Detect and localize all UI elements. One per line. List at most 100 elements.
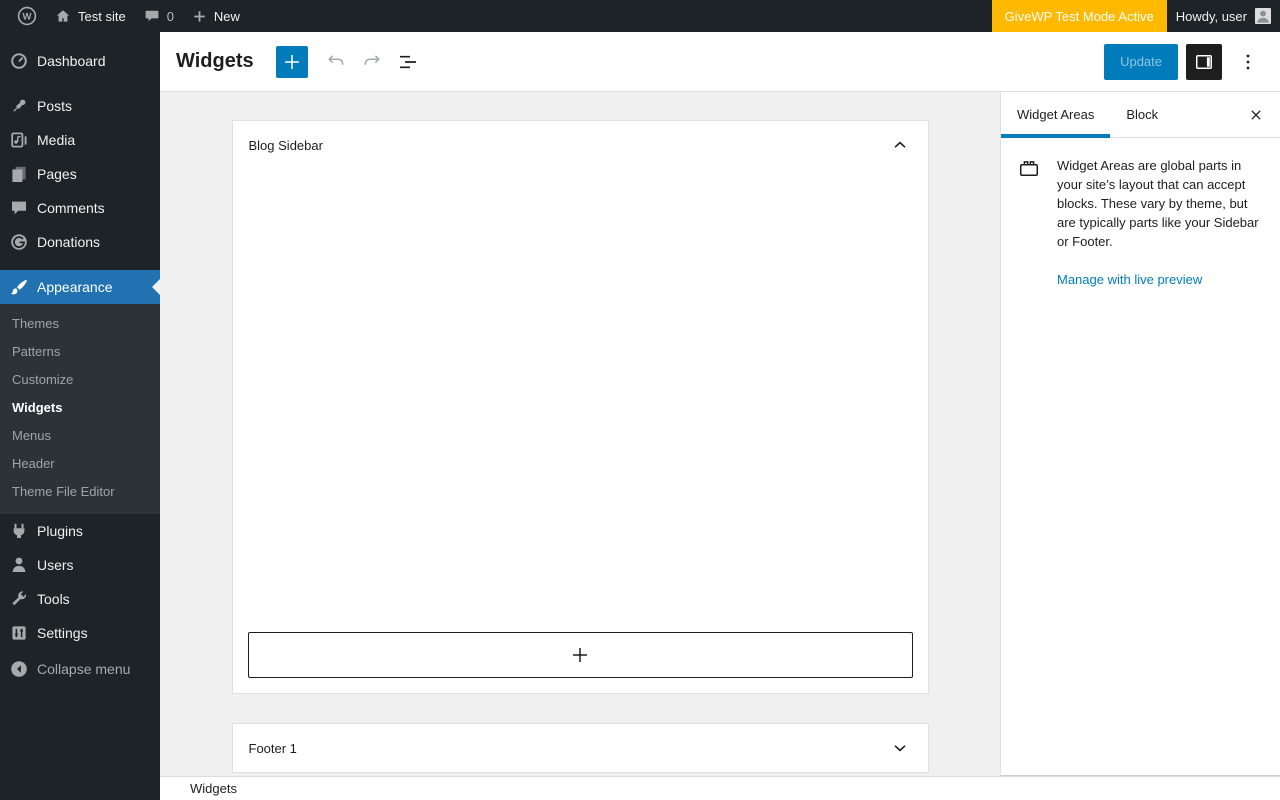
sidebar-item-label: Tools: [37, 591, 70, 607]
howdy-label: Howdy, user: [1176, 9, 1247, 24]
user-icon: [0, 555, 37, 575]
settings-sliders-icon: [0, 623, 37, 643]
menu-separator: [0, 78, 160, 89]
plus-icon: [192, 9, 207, 24]
editor-header-right: Update: [1104, 44, 1280, 80]
tab-widget-areas[interactable]: Widget Areas: [1001, 92, 1110, 137]
list-view-icon: [396, 50, 420, 74]
tab-block[interactable]: Block: [1110, 92, 1174, 137]
plugin-icon: [0, 521, 37, 541]
home-icon: [55, 8, 71, 24]
sidebar-item-label: Appearance: [37, 279, 113, 295]
sidebar-item-plugins[interactable]: Plugins: [0, 514, 160, 548]
submenu-item-header[interactable]: Header: [0, 450, 160, 478]
site-name-menu[interactable]: Test site: [46, 0, 135, 32]
plus-icon: [568, 643, 592, 667]
submenu-item-theme-file-editor[interactable]: Theme File Editor: [0, 478, 160, 506]
avatar: [1255, 8, 1271, 24]
wordpress-logo-icon: W: [17, 6, 37, 26]
pushpin-icon: [0, 96, 37, 116]
undo-icon: [324, 50, 348, 74]
sidebar-item-settings[interactable]: Settings: [0, 616, 160, 650]
close-icon: [1246, 105, 1266, 125]
collapse-arrow-icon: [0, 659, 37, 679]
sidebar-item-label: Dashboard: [37, 53, 106, 69]
block-inserter-button[interactable]: [276, 46, 308, 78]
sidebar-item-label: Comments: [37, 200, 105, 216]
appearance-submenu: Themes Patterns Customize Widgets Menus …: [0, 304, 160, 514]
test-mode-label: GiveWP Test Mode Active: [1005, 9, 1154, 24]
chevron-up-icon: [888, 133, 912, 157]
update-button[interactable]: Update: [1104, 44, 1178, 80]
widget-area-title: Footer 1: [249, 741, 297, 756]
submenu-item-menus[interactable]: Menus: [0, 422, 160, 450]
comments-icon: [0, 198, 37, 218]
admin-sidebar-menu: Dashboard Posts Media Pages Comments Don…: [0, 32, 160, 800]
list-view-button[interactable]: [390, 44, 426, 80]
undo-button[interactable]: [318, 44, 354, 80]
ellipsis-icon: [1236, 50, 1260, 74]
sidebar-item-label: Pages: [37, 166, 77, 182]
widget-area-header-footer-1[interactable]: Footer 1: [233, 724, 928, 772]
pages-icon: [0, 164, 37, 184]
widget-area-panel-footer-1: Footer 1: [232, 723, 929, 773]
sidebar-item-collapse-menu[interactable]: Collapse menu: [0, 652, 160, 686]
widget-area-header-blog-sidebar[interactable]: Blog Sidebar: [233, 121, 928, 169]
menu-separator: [0, 259, 160, 270]
sidebar-item-label: Donations: [37, 234, 100, 250]
editor-header: Widgets Update: [160, 32, 1280, 92]
admin-bar-right: GiveWP Test Mode Active Howdy, user: [992, 0, 1280, 32]
svg-text:W: W: [23, 12, 32, 23]
sidebar-item-label: Collapse menu: [37, 661, 130, 677]
settings-sidebar: Widget Areas Block Widget Areas are glob…: [1000, 92, 1280, 776]
settings-sidebar-toggle-button[interactable]: [1186, 44, 1222, 80]
redo-button[interactable]: [354, 44, 390, 80]
sidebar-item-comments[interactable]: Comments: [0, 191, 160, 225]
sidebar-item-donations[interactable]: Donations: [0, 225, 160, 259]
block-appender-button[interactable]: [248, 632, 913, 678]
close-sidebar-button[interactable]: [1232, 92, 1280, 137]
inspector-body: Widget Areas are global parts in your si…: [1001, 138, 1280, 307]
comments-menu[interactable]: 0: [135, 0, 183, 32]
widget-areas-description: Widget Areas are global parts in your si…: [1057, 156, 1264, 251]
sidebar-item-dashboard[interactable]: Dashboard: [0, 44, 160, 78]
sidebar-toggle-icon: [1192, 50, 1216, 74]
my-account-menu[interactable]: Howdy, user: [1167, 0, 1280, 32]
givewp-donations-icon: [0, 232, 37, 252]
sidebar-item-label: Posts: [37, 98, 72, 114]
wordpress-logo-menu[interactable]: W: [8, 0, 46, 32]
widgets-editor-canvas: Blog Sidebar Footer 1: [160, 92, 1000, 776]
submenu-item-widgets[interactable]: Widgets: [0, 394, 160, 422]
sidebar-item-appearance[interactable]: Appearance: [0, 270, 160, 304]
chevron-down-icon: [888, 736, 912, 760]
admin-bar-left: W Test site 0 New: [0, 0, 249, 32]
sidebar-item-media[interactable]: Media: [0, 123, 160, 157]
sidebar-item-tools[interactable]: Tools: [0, 582, 160, 616]
dashboard-icon: [0, 51, 37, 71]
new-menu[interactable]: New: [183, 0, 249, 32]
sidebar-item-label: Users: [37, 557, 74, 573]
sidebar-item-pages[interactable]: Pages: [0, 157, 160, 191]
submenu-item-customize[interactable]: Customize: [0, 366, 160, 394]
sidebar-item-label: Plugins: [37, 523, 83, 539]
sidebar-item-label: Settings: [37, 625, 88, 641]
widget-area-panel-blog-sidebar: Blog Sidebar: [232, 120, 929, 694]
manage-live-preview-link[interactable]: Manage with live preview: [1057, 272, 1202, 287]
breadcrumb: Widgets: [190, 781, 237, 796]
redo-icon: [360, 50, 384, 74]
widget-area-body: [233, 169, 928, 693]
submenu-item-patterns[interactable]: Patterns: [0, 338, 160, 366]
comment-count: 0: [167, 9, 174, 24]
paintbrush-icon: [0, 277, 37, 297]
sidebar-item-posts[interactable]: Posts: [0, 89, 160, 123]
admin-bar: W Test site 0 New GiveWP Test Mode Activ…: [0, 0, 1280, 32]
widget-area-title: Blog Sidebar: [249, 138, 323, 153]
wrench-icon: [0, 589, 37, 609]
media-icon: [0, 130, 37, 150]
options-menu-button[interactable]: [1230, 44, 1266, 80]
sidebar-item-users[interactable]: Users: [0, 548, 160, 582]
givewp-test-mode-badge[interactable]: GiveWP Test Mode Active: [992, 0, 1167, 32]
submenu-item-themes[interactable]: Themes: [0, 310, 160, 338]
plus-icon: [280, 50, 304, 74]
inspector-tabs: Widget Areas Block: [1001, 92, 1280, 138]
